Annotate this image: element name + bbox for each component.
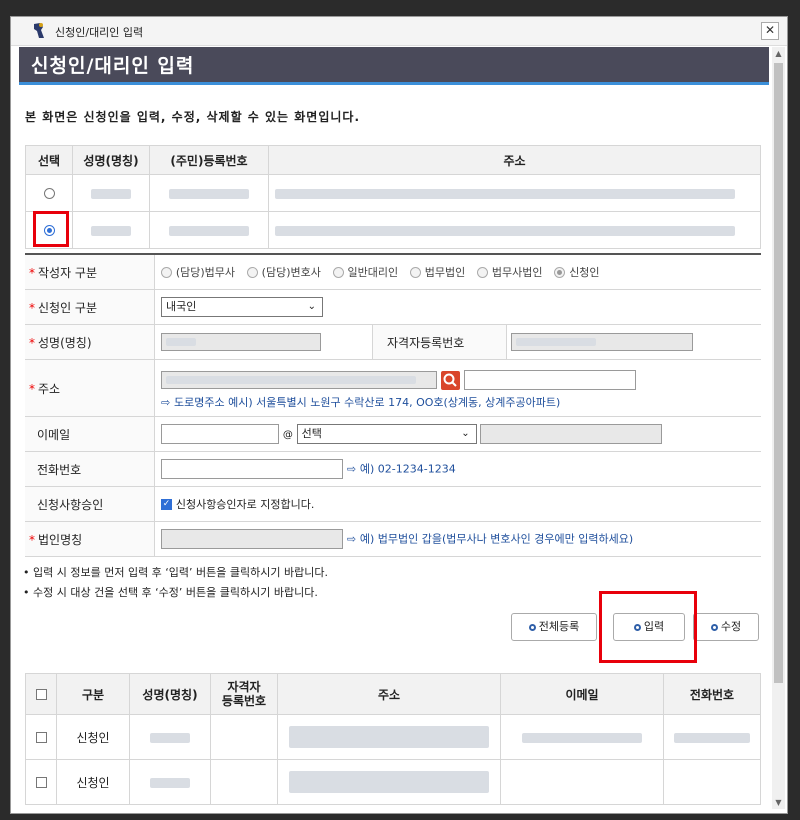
address-label: 주소 [38,381,61,396]
email-id-input[interactable] [161,424,279,444]
writer-type-label: 작성자 구분 [38,265,98,280]
writer-type-radio-agent[interactable] [332,267,344,278]
redacted-name [91,225,131,236]
redacted-email [522,732,642,743]
qualification-no-label: 자격자등록번호 [372,324,507,360]
col-select: 선택 [25,145,73,175]
table-row[interactable]: 신청인 [25,714,761,760]
approver-checkbox-label: 신청사항승인자로 지정합니다. [175,498,315,511]
dialog-titlebar: 신청인/대리인 입력 ✕ [11,17,787,46]
required-mark: * [29,335,35,350]
col-address: 주소 [277,673,501,715]
phone-input[interactable] [161,459,343,479]
email-domain-input[interactable] [480,424,663,444]
writer-type-radio-law-firm[interactable] [409,267,421,278]
note-edit: 수정 시 대상 건을 선택 후 ‘수정’ 버튼을 클릭하시기 바랍니다. [33,586,318,599]
search-icon [443,373,457,387]
applicant-list-table: 구분 성명(명칭) 자격자 등록번호 주소 이메일 전화번호 신청인 신청인 [25,673,761,805]
dialog-window: 신청인/대리인 입력 ✕ 신청인/대리인 입력 본 화면은 신청인을 입력, 수… [10,16,788,814]
edit-button[interactable]: 수정 [693,613,759,641]
corp-name-label: 법인명칭 [38,532,83,547]
chevron-down-icon: ⌄ [307,301,316,312]
redacted-address [289,726,489,748]
row-select-radio[interactable] [43,188,55,199]
corp-name-hint: 예) 법무법인 갑을(법무사나 변호사인 경우에만 입력하세요) [359,532,634,546]
page-title: 신청인/대리인 입력 [19,47,769,85]
name-label: 성명(명칭) [38,335,92,350]
required-mark: * [29,381,35,396]
required-mark: * [29,265,35,280]
table-row[interactable]: 신청인 [25,759,761,805]
writer-type-radio-applicant[interactable] [554,267,566,278]
col-phone: 전화번호 [663,673,761,715]
phone-hint: 예) 02-1234-1234 [359,462,456,476]
row-checkbox[interactable] [35,777,47,788]
corp-hint-arrow-icon: ⇨ [346,532,357,546]
highlight-input-button [599,591,697,663]
chevron-down-icon: ⌄ [461,428,470,439]
col-address: 주소 [268,145,761,175]
page-description: 본 화면은 신청인을 입력, 수정, 삭제할 수 있는 화면입니다. [25,110,361,124]
redacted-reg-no [169,225,249,236]
col-email: 이메일 [500,673,664,715]
redacted-address [275,225,735,236]
redacted-name [150,732,190,743]
redacted-address [289,771,489,793]
corp-name-input[interactable] [161,529,343,549]
col-name: 성명(명칭) [129,673,211,715]
applicant-form: * 작성자 구분 (담당)법무사 (담당)변호사 일반대리인 법무법인 법무사법인… [25,253,761,557]
address-detail-input[interactable] [463,370,636,390]
address-hint: 도로명주소 예시) 서울특별시 노원구 수락산로 174, OO호(상계동, 상… [174,396,561,409]
required-mark: * [29,300,35,315]
qualification-no-input[interactable] [511,333,693,351]
name-input[interactable] [161,333,321,351]
writer-type-radio-lawyer-scrivener[interactable] [161,267,172,278]
approver-checkbox[interactable]: ✓ [161,499,172,510]
phone-label: 전화번호 [37,462,82,477]
redacted-reg-no [169,188,249,199]
scroll-up-icon[interactable]: ▲ [772,47,785,60]
address-input[interactable] [161,371,437,389]
redacted-address [275,188,735,199]
bullet-circle-icon [528,623,536,631]
redacted-name [91,188,131,199]
col-name: 성명(명칭) [72,145,150,175]
row-checkbox[interactable] [35,732,47,743]
table-row[interactable] [25,174,761,212]
table-row[interactable] [25,211,761,249]
col-reg-no: (주민)등록번호 [149,145,269,175]
approver-label: 신청사항승인 [37,497,104,512]
row-type: 신청인 [56,759,130,805]
redacted-name [150,777,190,788]
required-mark: * [29,532,35,547]
select-all-checkbox[interactable] [35,689,47,700]
applicant-type-label: 신청인 구분 [38,300,98,315]
notes: • 입력 시 정보를 먼저 입력 후 ‘입력’ 버튼을 클릭하시기 바랍니다. … [23,566,328,599]
register-all-button[interactable]: 전체등록 [511,613,597,641]
col-qualification-no: 자격자 등록번호 [210,673,278,715]
email-domain-select[interactable]: 선택 ⌄ [296,424,477,444]
scroll-down-icon[interactable]: ▼ [772,796,785,809]
applicant-table: 선택 성명(명칭) (주민)등록번호 주소 [25,145,761,249]
window-title: 신청인/대리인 입력 [55,26,144,39]
address-search-button[interactable] [440,370,460,390]
email-at: @ [282,429,293,441]
scrollbar-thumb[interactable] [774,63,783,683]
writer-type-radio-scrivener-firm[interactable] [477,267,489,278]
writer-type-radio-attorney[interactable] [246,267,258,278]
bullet-circle-icon [710,623,718,631]
highlight-selected-radio [33,211,69,247]
app-logo-icon [34,23,44,38]
col-type: 구분 [56,673,130,715]
applicant-type-select[interactable]: 내국인 ⌄ [161,297,323,317]
email-label: 이메일 [37,427,71,442]
address-hint-arrow-icon: ⇨ [161,396,171,409]
phone-hint-arrow-icon: ⇨ [346,462,357,476]
redacted-phone [674,732,750,743]
vertical-scrollbar[interactable]: ▲ ▼ [772,47,785,809]
note-input: 입력 시 정보를 먼저 입력 후 ‘입력’ 버튼을 클릭하시기 바랍니다. [33,566,328,579]
row-type: 신청인 [56,714,130,760]
close-button[interactable]: ✕ [761,22,779,40]
